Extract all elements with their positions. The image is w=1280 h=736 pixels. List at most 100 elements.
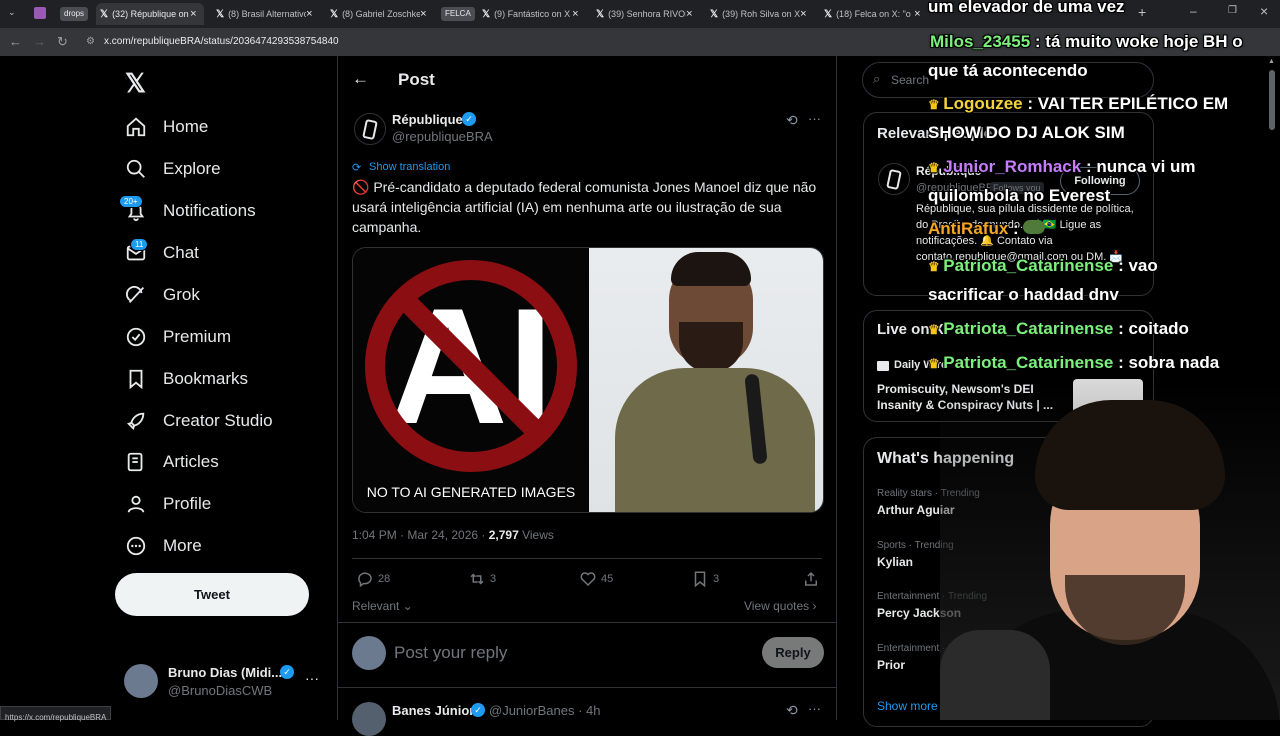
tab-fantastico[interactable]: 𝕏 (9) Fantástico on X ×	[478, 3, 586, 25]
nav-notifications[interactable]: Notifications	[124, 194, 256, 228]
repost-action[interactable]: 3	[468, 570, 496, 588]
close-tab-icon[interactable]: ×	[572, 8, 578, 20]
show-translation-link[interactable]: Show translation	[369, 161, 450, 173]
post-media[interactable]: AI NO TO AI GENERATED IMAGES	[352, 247, 824, 513]
new-tab-icon[interactable]: +	[1138, 4, 1146, 20]
x-logo-icon: 𝕏	[100, 8, 109, 20]
account-more-icon[interactable]: ···	[305, 670, 319, 686]
nav-creator-studio[interactable]: Creator Studio	[124, 404, 273, 438]
bookmark-icon	[694, 571, 706, 588]
tab-gabriel[interactable]: 𝕏 (8) Gabriel Zoschke ×	[326, 3, 434, 25]
reply-author-handle[interactable]: @JuniorBanes · 4h	[489, 703, 600, 718]
back-arrow-icon[interactable]: ←	[352, 69, 369, 89]
verified-badge-icon: ✓	[471, 703, 485, 717]
tab-label: (39) Roh Silva on X	[722, 9, 801, 19]
reply-more-icon[interactable]: ···	[808, 701, 821, 716]
chat-message: : VAI TER EPILÉTICO EM	[1022, 94, 1229, 113]
bookmark-action[interactable]: 3	[691, 570, 719, 588]
views-label: Views	[518, 528, 554, 542]
site-info-icon[interactable]: ⚙	[86, 36, 95, 47]
reply-action[interactable]: 28	[356, 570, 390, 588]
nav-explore[interactable]: Explore	[124, 152, 221, 186]
home-icon	[124, 115, 148, 139]
tab-republique[interactable]: 𝕏 (32) République on X ×	[96, 3, 204, 25]
nav-explore-label: Explore	[163, 159, 221, 178]
post-meta: 1:04 PM · Mar 24, 2026 · 2,797 Views	[352, 528, 554, 542]
chat-username: Patriota_Catarinense	[943, 256, 1114, 275]
forward-icon[interactable]: →	[33, 34, 46, 49]
close-tab-icon[interactable]: ×	[686, 8, 692, 20]
view-quotes-link[interactable]: View quotes ›	[744, 599, 817, 613]
relevant-avatar[interactable]	[878, 163, 910, 195]
search-placeholder: Search	[891, 73, 930, 87]
views-count: 2,797	[488, 528, 519, 542]
nav-profile[interactable]: Profile	[124, 487, 211, 521]
tab-senhora[interactable]: 𝕏(39) Senhora RIVOLLI×	[592, 3, 700, 25]
post-timestamp[interactable]: 1:04 PM · Mar 24, 2026 ·	[352, 528, 489, 542]
nav-grok-label: Grok	[163, 285, 200, 304]
tab-felca[interactable]: 𝕏 (18) Felca on X: "o ×	[820, 3, 928, 25]
url-field[interactable]: x.com/republiqueBRA/status/2036474293538…	[104, 36, 339, 47]
search-icon: ⌕	[873, 71, 881, 86]
crown-icon: ♛	[928, 97, 944, 112]
reply-input[interactable]: Post your reply	[394, 643, 507, 663]
nav-premium[interactable]: Premium	[124, 320, 231, 354]
scroll-up-icon[interactable]: ▲	[1268, 58, 1275, 65]
tab-group-chip-drops[interactable]: drops	[60, 7, 89, 21]
sort-dropdown[interactable]: Relevant ⌄	[352, 599, 413, 613]
post-author-avatar[interactable]	[354, 113, 386, 145]
verified-badge-icon: ✓	[462, 112, 476, 126]
reload-icon[interactable]: ↻	[57, 34, 68, 50]
nav-notifications-label: Notifications	[163, 201, 256, 220]
chat-line: ♛ Patriota_Catarinense : vao	[928, 256, 1158, 276]
reply-button[interactable]: Reply	[762, 637, 824, 668]
nav-articles-label: Articles	[163, 452, 219, 471]
tab-roh-silva[interactable]: 𝕏 (39) Roh Silva on X ×	[706, 3, 814, 25]
nav-home[interactable]: Home	[124, 110, 208, 144]
chat-message: :	[1008, 219, 1019, 238]
nav-articles[interactable]: Articles	[124, 445, 219, 479]
nav-grok[interactable]: Grok	[124, 278, 200, 312]
nav-more[interactable]: More	[124, 529, 202, 563]
repost-icon	[470, 573, 484, 585]
close-window-icon[interactable]: ×	[1260, 3, 1268, 19]
tab-brasil-alternativo[interactable]: 𝕏 (8) Brasil Alternativo ×	[212, 3, 320, 25]
back-icon[interactable]: ←	[9, 34, 22, 49]
post-author-handle[interactable]: @republiqueBRA	[392, 129, 493, 144]
grok-post-icon[interactable]: ⟲	[786, 112, 798, 129]
show-more-link[interactable]: Show more	[877, 699, 938, 713]
nav-bookmarks-label: Bookmarks	[163, 369, 249, 388]
close-tab-icon[interactable]: ×	[190, 8, 196, 20]
account-switcher[interactable]: Bruno Dias (Midi... ✓ @BrunoDiasCWB ···	[122, 662, 322, 702]
close-tab-icon[interactable]: ×	[800, 8, 806, 20]
tab-group-chip-felca[interactable]: FELCA	[441, 7, 475, 21]
share-action[interactable]	[802, 570, 820, 593]
minimize-icon[interactable]: –	[1190, 4, 1197, 18]
crown-icon: ♛	[928, 322, 944, 337]
post-author-name[interactable]: République	[392, 112, 463, 127]
page-title: Post	[398, 70, 435, 89]
reply-author-name[interactable]: Banes Júnior	[392, 703, 474, 718]
grok-post-icon[interactable]: ⟲	[786, 702, 798, 719]
like-count: 45	[601, 573, 614, 585]
chat-line: Milos_23455 : tá muito woke hoje BH o	[930, 32, 1243, 52]
grok-icon	[124, 283, 148, 307]
close-tab-icon[interactable]: ×	[420, 8, 426, 20]
close-tab-icon[interactable]: ×	[306, 8, 312, 20]
x-logo-icon[interactable]: 𝕏	[125, 68, 146, 99]
like-action[interactable]: 45	[579, 570, 613, 588]
heart-icon	[580, 572, 596, 587]
tab-label: (39) Senhora RIVOLLI	[608, 9, 686, 19]
x-logo-icon: 𝕏	[710, 8, 719, 20]
reply-author-avatar[interactable]	[352, 702, 386, 736]
tab-list-chevron-icon[interactable]: ⌄	[8, 7, 16, 18]
maximize-icon[interactable]: ❐	[1228, 5, 1237, 16]
nav-bookmarks[interactable]: Bookmarks	[124, 362, 248, 396]
post-more-icon[interactable]: ···	[808, 111, 821, 126]
close-tab-icon[interactable]: ×	[914, 8, 920, 20]
speaker-shirt	[615, 368, 815, 512]
extension-icon[interactable]	[34, 7, 46, 19]
tweet-button[interactable]: Tweet	[115, 573, 309, 616]
scrollbar-thumb[interactable]	[1269, 70, 1275, 130]
rocket-icon	[124, 409, 148, 433]
